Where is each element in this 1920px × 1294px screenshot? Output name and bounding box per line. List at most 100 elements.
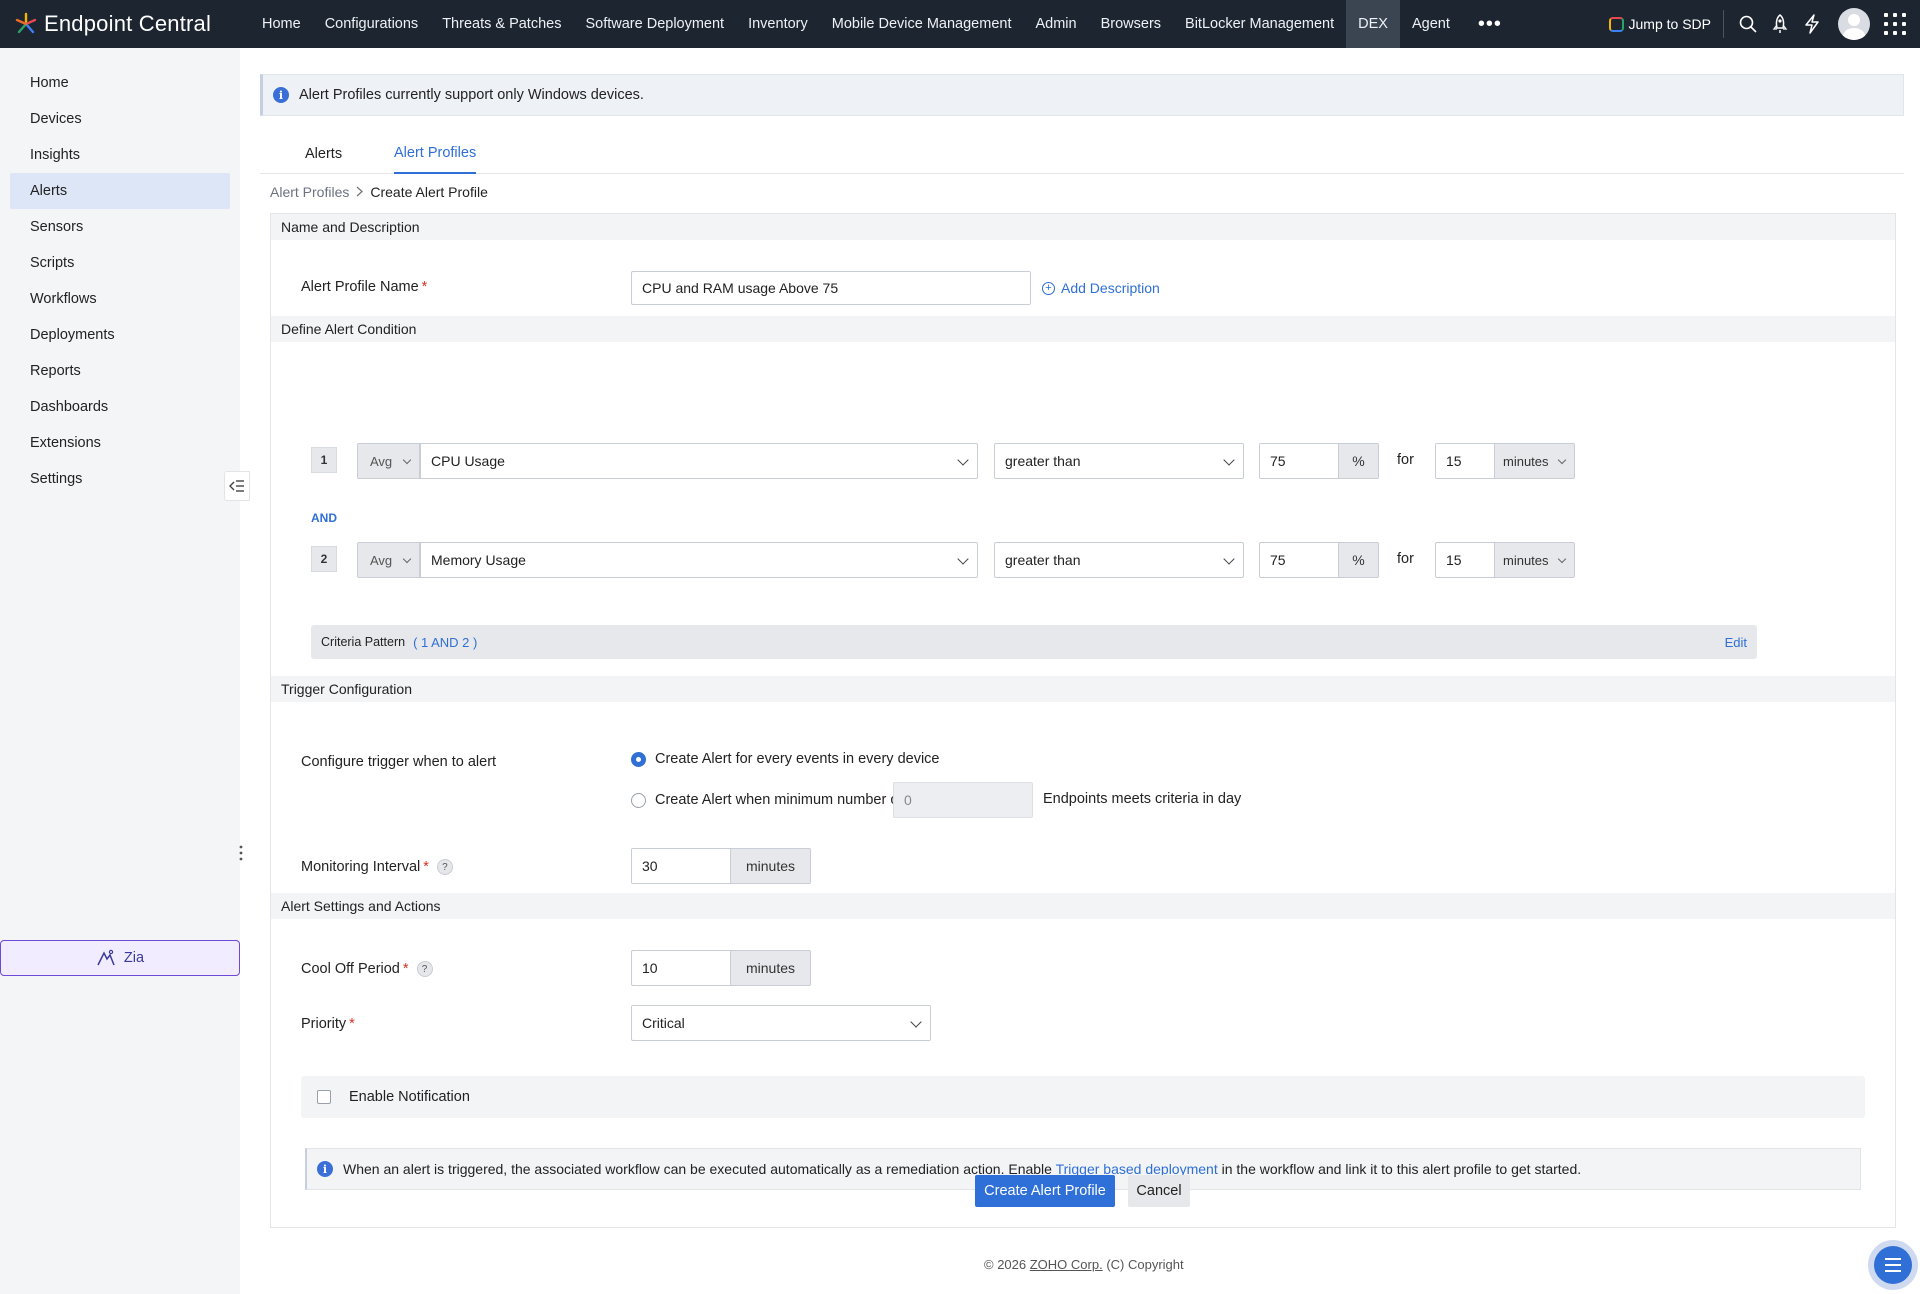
zia-button[interactable]: Zia [0,940,240,976]
sidebar-item-workflows[interactable]: Workflows [10,281,230,317]
add-description-label: Add Description [1061,280,1160,296]
jump-to-sdp-button[interactable]: Jump to SDP [1608,10,1724,38]
and-connector-label[interactable]: AND [311,511,337,525]
topnav-item-dex[interactable]: DEX [1346,0,1400,48]
condition-1-percent-unit: % [1339,443,1379,479]
topnav-item-admin[interactable]: Admin [1023,0,1088,48]
sidebar-item-dashboards[interactable]: Dashboards [10,389,230,425]
condition-2-threshold-input[interactable]: 75 [1259,542,1339,578]
condition-2-aggregation-select[interactable]: Avg [357,542,420,578]
chevron-down-icon [402,554,412,564]
condition-1-metric-select[interactable]: CPU Usage [420,443,978,479]
enable-notification-checkbox[interactable] [317,1090,331,1104]
app-grid-icon[interactable] [1884,13,1906,35]
sidebar-item-deployments[interactable]: Deployments [10,317,230,353]
footer-copyright: © 2026 ZOHO Corp. (C) Copyright [984,1257,1184,1272]
sidebar-item-alerts[interactable]: Alerts [10,173,230,209]
sidebar-item-settings[interactable]: Settings [10,461,230,497]
footer-prefix: © 2026 [984,1257,1030,1272]
required-marker: * [421,279,428,295]
priority-value: Critical [642,1015,685,1031]
section-alert-settings-actions: Alert Settings and Actions [271,893,1895,919]
chevron-down-icon [1557,455,1567,465]
condition-1-number: 1 [311,447,337,473]
minimum-endpoints-suffix: Endpoints meets criteria in day [1043,791,1242,807]
trigger-minimum-endpoints-label[interactable]: Create Alert when minimum number of [655,792,902,808]
configure-trigger-label: Configure trigger when to alert [301,754,497,770]
help-chat-button[interactable] [1868,1240,1918,1290]
section-name-description: Name and Description [271,214,1895,240]
topnav-item-browsers[interactable]: Browsers [1089,0,1173,48]
zia-label: Zia [123,950,145,966]
condition-2-operator-select[interactable]: greater than [994,542,1244,578]
condition-1-duration-unit-select[interactable]: minutes [1495,443,1575,479]
required-marker: * [402,961,409,977]
monitoring-interval-input[interactable]: 30 [631,848,731,884]
main-menu: Home Configurations Threats & Patches Softw… [250,0,1462,48]
sidebar-item-insights[interactable]: Insights [10,137,230,173]
sidebar-item-reports[interactable]: Reports [10,353,230,389]
help-icon[interactable]: ? [416,961,433,977]
condition-1-metric-value: CPU Usage [431,453,505,469]
required-marker: * [349,1016,355,1032]
condition-1-operator-select[interactable]: greater than [994,443,1244,479]
more-menu-icon[interactable]: ••• [1462,0,1518,48]
info-icon: i [317,1161,333,1177]
minimum-endpoints-input[interactable]: 0 [893,782,1033,818]
sidebar-item-home[interactable]: Home [10,65,230,101]
required-marker: * [423,859,429,875]
topnav-item-mobile-device-management[interactable]: Mobile Device Management [820,0,1024,48]
topnav-item-software-deployment[interactable]: Software Deployment [573,0,736,48]
condition-1-operator-value: greater than [1005,453,1081,469]
topnav-item-threats-patches[interactable]: Threats & Patches [430,0,573,48]
condition-2-for-label: for [1397,551,1414,567]
zoho-corp-link[interactable]: ZOHO Corp. [1030,1257,1103,1272]
condition-1-threshold-input[interactable]: 75 [1259,443,1339,479]
add-circle-icon: + [1042,281,1055,295]
topnav-item-inventory[interactable]: Inventory [736,0,820,48]
help-icon[interactable]: ? [436,859,453,875]
section-define-alert-condition: Define Alert Condition [271,316,1895,342]
condition-2-duration-unit-select[interactable]: minutes [1495,542,1575,578]
sidebar-item-devices[interactable]: Devices [10,101,230,137]
cancel-button[interactable]: Cancel [1128,1175,1190,1207]
topnav-item-agent[interactable]: Agent [1400,0,1462,48]
avatar[interactable] [1838,8,1870,40]
condition-2-metric-select[interactable]: Memory Usage [420,542,978,578]
topnav-item-configurations[interactable]: Configurations [313,0,431,48]
chevron-down-icon [957,553,969,565]
priority-select[interactable]: Critical [631,1005,931,1041]
cool-off-period-input[interactable]: 10 [631,950,731,986]
topnav-item-bitlocker-management[interactable]: BitLocker Management [1173,0,1346,48]
lightning-icon[interactable] [1796,0,1828,48]
sidebar-item-extensions[interactable]: Extensions [10,425,230,461]
criteria-edit-link[interactable]: Edit [1725,635,1747,650]
trigger-every-event-label[interactable]: Create Alert for every events in every d… [655,751,940,767]
enable-notification-label[interactable]: Enable Notification [349,1089,470,1105]
rocket-icon[interactable] [1764,0,1796,48]
condition-1-aggregation-select[interactable]: Avg [357,443,420,479]
sidebar-item-scripts[interactable]: Scripts [10,245,230,281]
sidebar-item-sensors[interactable]: Sensors [10,209,230,245]
tab-alert-profiles[interactable]: Alert Profiles [394,134,477,174]
app-logo[interactable]: Endpoint Central [0,11,250,37]
condition-2-duration-input[interactable]: 15 [1435,542,1495,578]
criteria-pattern-bar: Criteria Pattern ( 1 AND 2 ) Edit [311,625,1757,659]
main-content: i Alert Profiles currently support only … [240,48,1920,1294]
search-icon[interactable] [1732,0,1764,48]
sdp-icon [1608,16,1624,32]
topnav-item-home[interactable]: Home [250,0,313,48]
monitoring-interval-unit: minutes [731,848,811,884]
tab-bar: Alerts Alert Profiles [260,134,1904,174]
tab-alerts[interactable]: Alerts [305,134,342,174]
cool-off-period-label: Cool Off Period * ? [301,959,433,979]
breadcrumb-alert-profiles-link[interactable]: Alert Profiles [270,184,349,200]
chevron-down-icon [402,455,412,465]
trigger-every-event-radio[interactable] [631,752,646,767]
trigger-minimum-endpoints-radio[interactable] [631,793,646,808]
add-description-link[interactable]: + Add Description [1042,278,1160,298]
create-alert-profile-button[interactable]: Create Alert Profile [975,1175,1115,1207]
alert-profile-name-input[interactable]: CPU and RAM usage Above 75 [631,271,1031,305]
alert-profile-name-label: Alert Profile Name * [301,277,427,297]
condition-1-duration-input[interactable]: 15 [1435,443,1495,479]
